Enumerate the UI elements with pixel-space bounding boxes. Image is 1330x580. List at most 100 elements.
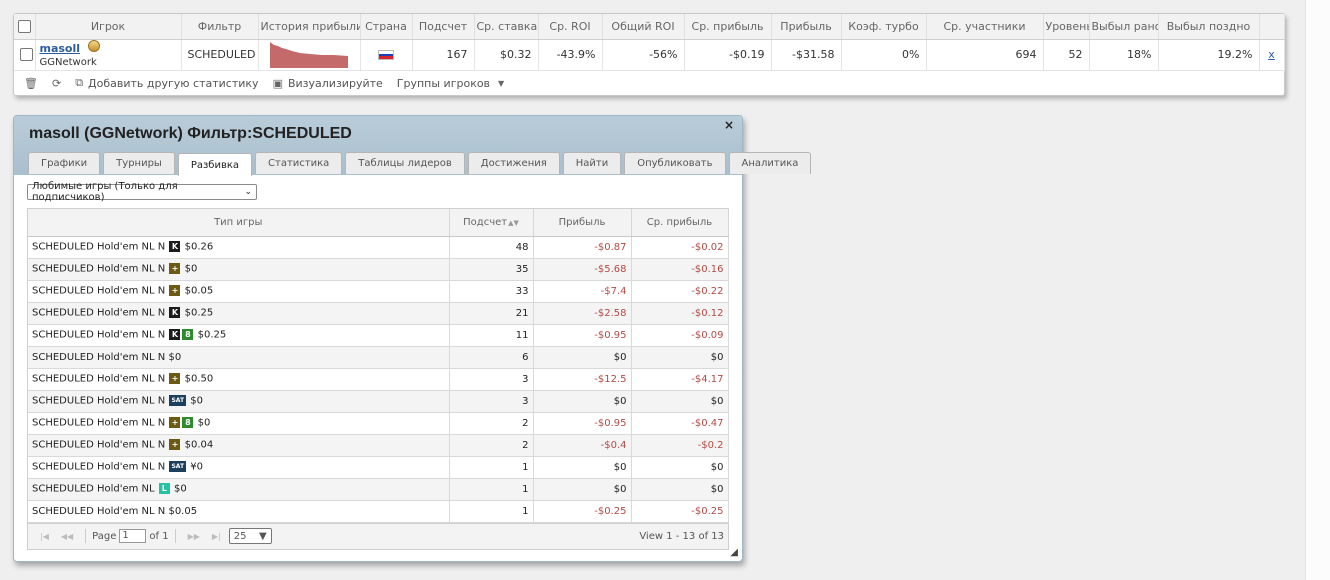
profit-cell: -$0.4 (533, 434, 632, 457)
table-row[interactable]: SCHEDULED Hold'em NL N + $0 35 -$5.68 -$0.1… (28, 258, 729, 281)
add-window-icon: ⧉ (75, 76, 84, 89)
profit-cell: $0 (533, 478, 632, 501)
count-cell: 33 (449, 280, 534, 303)
dialog-body: Любимые игры (Только для подписчиков) ⌄ … (14, 175, 742, 550)
row-checkbox[interactable] (20, 48, 33, 62)
table-row[interactable]: SCHEDULED Hold'em NL N K $0.25 21 -$2.58 -$… (28, 302, 729, 325)
table-row[interactable]: SCHEDULED Hold'em NL N + $0.05 33 -$7.4 -$0… (28, 280, 729, 303)
game-type-cell: SCHEDULED Hold'em NL N +8 $0 (28, 412, 450, 435)
col-header-avg-entrants[interactable]: Ср. участники (926, 14, 1044, 40)
page-number-input[interactable]: 1 (119, 529, 147, 543)
buy-in-label: $0.05 (184, 285, 214, 297)
resize-handle-icon[interactable]: ◢ (730, 547, 738, 558)
total-roi-cell: -56% (602, 39, 685, 71)
count-cell: 3 (449, 368, 534, 391)
close-icon[interactable]: × (724, 118, 734, 132)
col-header-avg-roi[interactable]: Ср. ROI (538, 14, 603, 40)
game-type-label: SCHEDULED Hold'em NL N (32, 461, 166, 473)
col-header-count[interactable]: Подсчет▲▼ (449, 209, 534, 237)
profit-history-sparkline[interactable] (270, 41, 348, 68)
col-header-avg-profit[interactable]: Ср. прибыль (631, 209, 729, 237)
profit-history-cell[interactable] (258, 39, 361, 71)
game-type-cell: SCHEDULED Hold'em NL N + $0.04 (28, 434, 450, 457)
col-header-early-out[interactable]: Выбыл рано (1089, 14, 1159, 40)
page-label: Page (92, 530, 117, 542)
table-row[interactable]: SCHEDULED Hold'em NL N K $0.26 48 -$0.87 -$… (28, 236, 729, 259)
col-header-player[interactable]: Игрок (35, 14, 182, 40)
player-groups-dropdown[interactable]: Группы игроков ▼ (397, 77, 504, 90)
plus-badge-icon: + (169, 417, 181, 429)
player-award-icon (88, 39, 101, 52)
visualize-button[interactable]: ▣ Визуализируйте (273, 77, 383, 90)
profit-cell: -$5.68 (533, 258, 632, 281)
col-header-level[interactable]: Уровень (1043, 14, 1090, 40)
col-header-turbo[interactable]: Коэф. турбо (841, 14, 927, 40)
pager-separator (85, 529, 87, 543)
table-row[interactable]: SCHEDULED Hold'em NL N $0 6 $0 $0 (28, 346, 729, 369)
image-icon: ▣ (272, 76, 283, 90)
player-name-link[interactable]: masoll (40, 42, 81, 55)
first-page-icon[interactable]: |◀ (40, 532, 49, 541)
add-stat-button[interactable]: ⧉ Добавить другую статистику (75, 76, 258, 90)
remove-player-link[interactable]: x (1268, 48, 1275, 61)
dialog-header[interactable]: masoll (GGNetwork) Фильтр:SCHEDULED × Гр… (14, 116, 812, 176)
tab-charts[interactable]: Графики (28, 152, 101, 174)
select-all-cell[interactable] (14, 14, 36, 40)
turbo-cell: 0% (841, 39, 927, 71)
breakdown-table: Тип игры Подсчет▲▼ Прибыль Ср. прибыль S… (28, 209, 729, 523)
table-row[interactable]: SCHEDULED Hold'em NL N + $0.04 2 -$0.4 -$0.… (28, 434, 729, 457)
table-row[interactable]: SCHEDULED Hold'em NL N SAT $0 3 $0 $0 (28, 390, 729, 413)
next-page-icon[interactable]: ▶▶ (188, 532, 200, 541)
table-row[interactable]: SCHEDULED Hold'em NL N $0.05 1 -$0.25 -$0.2… (28, 500, 729, 523)
tab-leaderboards[interactable]: Таблицы лидеров (345, 152, 465, 174)
pager-separator (174, 529, 176, 543)
game-type-cell: SCHEDULED Hold'em NL N $0 (28, 346, 450, 369)
table-row[interactable]: SCHEDULED Hold'em NL N +8 $0 2 -$0.95 -$0.4… (28, 412, 729, 435)
game-type-label: SCHEDULED Hold'em NL N (32, 351, 166, 363)
col-header-profit-history[interactable]: История прибыли (258, 14, 361, 40)
profit-cell: -$2.58 (533, 302, 632, 325)
tab-statistics[interactable]: Статистика (255, 152, 343, 174)
last-page-icon[interactable]: ▶| (212, 532, 221, 541)
chevron-down-icon: ▼ (259, 530, 267, 542)
col-header-count[interactable]: Подсчет (412, 14, 475, 40)
trash-icon[interactable]: 🗑 (24, 77, 38, 90)
game-type-label: SCHEDULED Hold'em NL N (32, 439, 166, 451)
tab-analytics[interactable]: Аналитика (728, 152, 812, 174)
col-header-avg-profit[interactable]: Ср. прибыль (684, 14, 772, 40)
row-select-cell[interactable] (14, 39, 36, 71)
favorite-games-value: Любимые игры (Только для подписчиков) (32, 181, 178, 203)
favorite-games-select[interactable]: Любимые игры (Только для подписчиков) ⌄ (27, 181, 257, 203)
table-row[interactable]: SCHEDULED Hold'em NL L $0 1 $0 $0 (28, 478, 729, 501)
game-type-cell: SCHEDULED Hold'em NL N SAT ¥0 (28, 456, 450, 479)
table-row[interactable]: SCHEDULED Hold'em NL N K8 $0.25 11 -$0.95-… (28, 324, 729, 347)
col-header-country[interactable]: Страна (360, 14, 413, 40)
col-header-avg-stake[interactable]: Ср. ставка (474, 14, 539, 40)
breakdown-header-row: Тип игры Подсчет▲▼ Прибыль Ср. прибыль (28, 209, 729, 237)
col-header-total-roi[interactable]: Общий ROI (602, 14, 685, 40)
col-header-filter[interactable]: Фильтр (181, 14, 259, 40)
refresh-icon[interactable]: ⟳ (52, 77, 61, 90)
eight-max-badge-icon: 8 (182, 329, 194, 341)
tab-achievements[interactable]: Достижения (467, 152, 560, 174)
prev-page-icon[interactable]: ◀◀ (61, 532, 73, 541)
tab-publish[interactable]: Опубликовать (624, 152, 726, 174)
count-cell: 21 (449, 302, 534, 325)
tab-find[interactable]: Найти (562, 152, 622, 174)
tab-breakdown[interactable]: Разбивка (177, 153, 253, 176)
game-type-label: SCHEDULED Hold'em NL N (32, 329, 166, 341)
rows-per-page-select[interactable]: 25 ▼ (228, 528, 272, 544)
col-header-profit[interactable]: Прибыль (533, 209, 632, 237)
buy-in-label: $0 (168, 351, 182, 363)
col-header-game-type[interactable]: Тип игры (28, 209, 450, 237)
game-type-cell: SCHEDULED Hold'em NL N K $0.26 (28, 236, 450, 259)
col-header-profit[interactable]: Прибыль (771, 14, 842, 40)
col-header-late-out[interactable]: Выбыл поздно (1158, 14, 1260, 40)
profit-cell: -$0.25 (533, 500, 632, 523)
table-row[interactable]: SCHEDULED Hold'em NL N + $0.50 3 -$12.5 -$4… (28, 368, 729, 391)
select-all-checkbox[interactable] (17, 20, 31, 33)
tab-tournaments[interactable]: Турниры (103, 152, 175, 174)
profit-cell: $0 (533, 390, 632, 413)
table-row[interactable]: SCHEDULED Hold'em NL N SAT ¥0 1 $0 $0 (28, 456, 729, 479)
plus-badge-icon: + (169, 285, 181, 297)
